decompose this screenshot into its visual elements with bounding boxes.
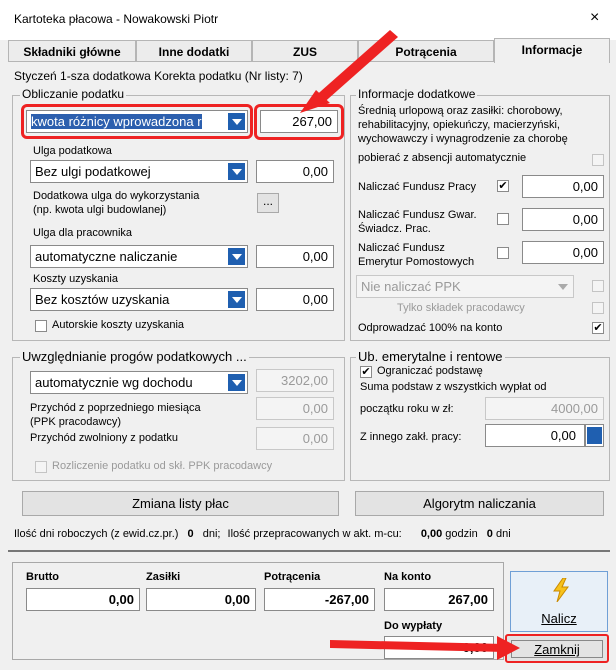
arrow-icon	[300, 30, 398, 113]
annotation-arrows	[300, 30, 520, 660]
arrow-icon	[330, 636, 520, 660]
